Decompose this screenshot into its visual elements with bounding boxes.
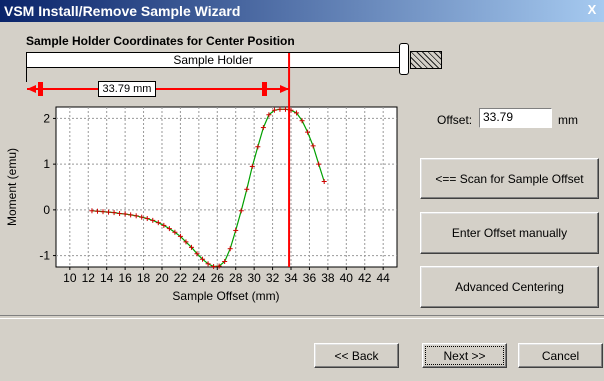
x-tick-label: 18 bbox=[137, 271, 151, 285]
y-ticks: -1 0 1 2 bbox=[39, 111, 56, 263]
x-tick-label: 24 bbox=[192, 271, 206, 285]
dimension-right-handle bbox=[262, 82, 267, 96]
back-button[interactable]: << Back bbox=[314, 343, 399, 368]
x-tick-label: 30 bbox=[247, 271, 261, 285]
scan-for-sample-offset-button[interactable]: <== Scan for Sample Offset bbox=[420, 158, 599, 199]
enter-offset-manually-button[interactable]: Enter Offset manually bbox=[420, 212, 599, 254]
x-tick-label: 44 bbox=[376, 271, 390, 285]
x-tick-label: 38 bbox=[321, 271, 335, 285]
x-axis-label: Sample Offset (mm) bbox=[172, 289, 279, 303]
x-tick-label: 42 bbox=[358, 271, 372, 285]
y-tick-label: -1 bbox=[39, 249, 50, 263]
footer-divider bbox=[0, 315, 604, 319]
x-tick-label: 20 bbox=[155, 271, 169, 285]
x-tick-label: 32 bbox=[266, 271, 280, 285]
x-tick-label: 14 bbox=[100, 271, 114, 285]
cancel-button[interactable]: Cancel bbox=[518, 343, 603, 368]
x-tick-label: 36 bbox=[303, 271, 317, 285]
x-tick-label: 12 bbox=[82, 271, 96, 285]
x-tick-label: 34 bbox=[284, 271, 298, 285]
offset-label: Offset: bbox=[437, 113, 473, 127]
y-tick-label: 2 bbox=[43, 111, 50, 125]
x-ticks: 10 12 14 16 18 20 22 24 26 28 30 32 34 36 38 40 42 44 bbox=[63, 267, 390, 285]
offset-input[interactable]: 33.79 bbox=[479, 108, 552, 128]
y-axis-label: Moment (emu) bbox=[5, 148, 19, 226]
dimension-left-arrow bbox=[27, 85, 36, 93]
dimension-value-box: 33.79 mm bbox=[98, 81, 156, 97]
next-button[interactable]: Next >> bbox=[422, 343, 507, 368]
advanced-centering-button[interactable]: Advanced Centering bbox=[420, 266, 599, 308]
dimension-indicator bbox=[27, 82, 289, 96]
offset-unit: mm bbox=[558, 113, 578, 127]
x-tick-label: 22 bbox=[174, 271, 188, 285]
dimension-left-handle bbox=[38, 82, 43, 96]
x-tick-label: 10 bbox=[63, 271, 77, 285]
y-tick-label: 0 bbox=[43, 203, 50, 217]
x-tick-label: 28 bbox=[229, 271, 243, 285]
x-tick-label: 16 bbox=[118, 271, 132, 285]
x-tick-label: 40 bbox=[340, 271, 354, 285]
dimension-right-arrow bbox=[280, 85, 289, 93]
y-tick-label: 1 bbox=[43, 157, 50, 171]
x-tick-label: 26 bbox=[211, 271, 225, 285]
